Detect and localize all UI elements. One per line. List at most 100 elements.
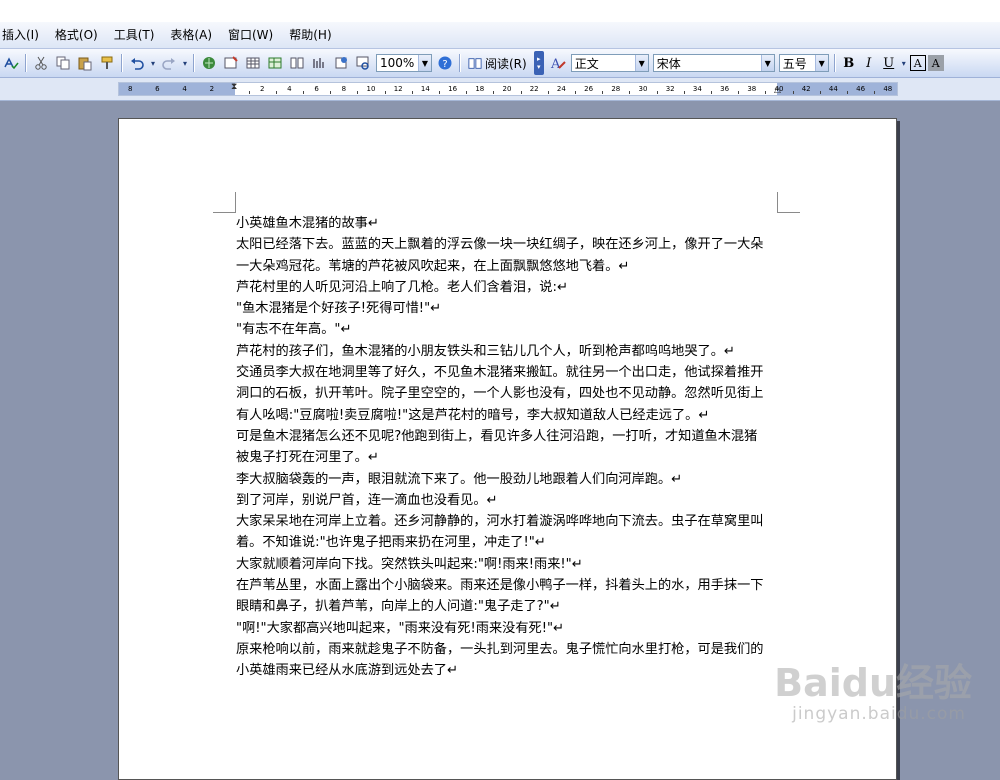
ruler-label: 22 (529, 85, 539, 93)
ruler-minor-tick (275, 91, 277, 94)
font-value: 宋体 (656, 56, 681, 71)
chevron-down-icon[interactable]: ▼ (418, 55, 431, 71)
ruler-bar: 8 6 4 2 2 4 6 8 10 12 14 16 18 20 22 24 26 28 30 32 34 36 38 40… (0, 78, 1000, 101)
ruler-label: 12 (393, 85, 403, 93)
ruler-label: 36 (720, 85, 730, 93)
document-line[interactable]: 芦花村的孩子们，鱼木混猪的小朋友铁头和三钻儿几个人，听到枪声都呜呜地哭了。↵ (236, 341, 776, 362)
font-size-combo[interactable]: 五号 ▼ (778, 54, 829, 72)
right-indent-marker-icon[interactable]: △ (774, 85, 781, 95)
document-line[interactable]: "有志不在年高。"↵ (236, 319, 776, 340)
ruler-label: 24 (556, 85, 566, 93)
ruler-label: 4 (287, 85, 292, 93)
menu-table[interactable]: 表格(A) (162, 24, 220, 46)
indent-marker-icon[interactable]: ⧗ (231, 82, 237, 92)
menu-tools[interactable]: 工具(T) (106, 24, 163, 46)
toolbar-separator (459, 54, 461, 72)
ruler-minor-tick (738, 91, 740, 94)
svg-text:?: ? (442, 59, 447, 70)
ruler-minor-tick (602, 91, 604, 94)
insert-table-icon[interactable] (243, 53, 263, 73)
document-line[interactable]: 洞口的石板，扒开苇叶。院子里空空的，一个人影也没有，四处也不见动静。忽然听见街上 (236, 383, 776, 404)
help-icon[interactable]: ? (435, 53, 455, 73)
ruler-minor-tick (411, 91, 413, 94)
document-line[interactable]: 可是鱼木混猪怎么还不见呢?他跑到街上，看见许多人往河沿跑，一打听，才知道鱼木混猪 (236, 426, 776, 447)
document-body[interactable]: 小英雄鱼木混猪的故事↵ 太阳已经落下去。蓝蓝的天上飘着的浮云像一块一块红绸子，映在… (236, 213, 776, 682)
menu-help[interactable]: 帮助(H) (281, 24, 339, 46)
document-line[interactable]: 小英雄鱼木混猪的故事↵ (236, 213, 776, 234)
columns-icon[interactable] (287, 53, 307, 73)
horizontal-ruler[interactable]: 8 6 4 2 2 4 6 8 10 12 14 16 18 20 22 24 26 28 30 32 34 36 38 40… (118, 82, 898, 96)
menu-window[interactable]: 窗口(W) (220, 24, 281, 46)
document-line[interactable]: 在芦苇丛里，水面上露出个小脑袋来。雨来还是像小鸭子一样，抖着头上的水，用手抹一下 (236, 575, 776, 596)
document-line[interactable]: "鱼木混猪是个好孩子!死得可惜!"↵ (236, 298, 776, 319)
drawing-icon[interactable] (309, 53, 329, 73)
zoom-combo[interactable]: 100% ▼ (376, 54, 432, 72)
redo-dropdown-icon[interactable]: ▾ (181, 53, 189, 73)
menu-insert[interactable]: 插入(I) (0, 24, 47, 46)
italic-button[interactable]: I (860, 54, 878, 72)
ruler-label: 6 (155, 85, 160, 93)
ruler-label: 20 (502, 85, 512, 93)
undo-dropdown-icon[interactable]: ▾ (149, 53, 157, 73)
ruler-label: 4 (182, 85, 187, 93)
cut-icon[interactable] (31, 53, 51, 73)
document-line[interactable]: 芦花村里的人听见河沿上响了几枪。老人们含着泪，说:↵ (236, 277, 776, 298)
spelling-icon[interactable] (1, 53, 21, 73)
underline-button[interactable]: U (880, 54, 898, 72)
show-hide-icon[interactable] (353, 53, 373, 73)
paste-icon[interactable] (75, 53, 95, 73)
crop-mark-top-right (777, 192, 800, 213)
document-line[interactable]: 有人吆喝:"豆腐啦!卖豆腐啦!"这是芦花村的暗号，李大叔知道敌人已经走远了。↵ (236, 405, 776, 426)
chevron-down-icon[interactable]: ▼ (814, 55, 828, 71)
style-combo[interactable]: 正文 ▼ (570, 54, 649, 72)
tables-borders-icon[interactable] (221, 53, 241, 73)
underline-dropdown-icon[interactable]: ▾ (900, 53, 908, 73)
ruler-label: 8 (341, 85, 347, 93)
ruler-label: 8 (127, 85, 133, 93)
document-line[interactable]: 眼睛和鼻子，扒着芦苇，向岸上的人问道:"鬼子走了?"↵ (236, 596, 776, 617)
toolbar-options-icon[interactable]: ▸ ▾ (533, 51, 544, 75)
ruler-minor-tick (439, 91, 440, 94)
document-workspace[interactable]: 小英雄鱼木混猪的故事↵ 太阳已经落下去。蓝蓝的天上飘着的浮云像一块一块红绸子，映在… (0, 101, 1000, 780)
document-line[interactable]: 被鬼子打死在河里了。↵ (236, 447, 776, 468)
chevron-down-icon[interactable]: ▼ (634, 55, 648, 71)
document-map-icon[interactable] (331, 53, 351, 73)
toolbar-separator (121, 54, 123, 72)
document-line[interactable]: 大家就顺着河岸向下找。突然铁头叫起来:"啊!雨来!雨来!"↵ (236, 554, 776, 575)
zoom-value: 100% (380, 56, 415, 70)
book-icon (468, 58, 482, 69)
ruler-minor-tick (847, 91, 848, 94)
menu-format[interactable]: 格式(O) (47, 24, 106, 46)
bold-button[interactable]: B (840, 54, 858, 72)
character-border-button[interactable]: A (909, 55, 926, 71)
ruler-minor-tick (248, 91, 250, 94)
document-line[interactable]: 小英雄雨来已经从水底游到远处去了↵ (236, 660, 776, 681)
hyperlink-icon[interactable] (199, 53, 219, 73)
document-line[interactable]: 大家呆呆地在河岸上立着。还乡河静静的，河水打着漩涡哗哗地向下流去。虫子在草窝里叫 (236, 511, 776, 532)
document-line[interactable]: 到了河岸，别说尸首，连一滴血也没看见。↵ (236, 490, 776, 511)
ruler-label: 26 (584, 85, 594, 93)
document-line[interactable]: 太阳已经落下去。蓝蓝的天上飘着的浮云像一块一块红绸子，映在还乡河上，像开了一大朵 (236, 234, 776, 255)
document-line[interactable]: 交通员李大叔在地洞里等了好久，不见鱼木混猪来搬缸。就往另一个出口走，他试探着推开 (236, 362, 776, 383)
menu-bar: 插入(I) 格式(O) 工具(T) 表格(A) 窗口(W) 帮助(H) (0, 22, 1000, 49)
character-shading-button[interactable]: A (927, 55, 944, 71)
document-line[interactable]: 李大叔脑袋轰的一声，眼泪就流下来了。他一股劲儿地跟着人们向河岸跑。↵ (236, 469, 776, 490)
styles-formatting-icon[interactable]: A (548, 53, 568, 73)
format-painter-icon[interactable] (97, 53, 117, 73)
document-line[interactable]: 原来枪响以前，雨来就趁鬼子不防备，一头扎到河里去。鬼子慌忙向水里打枪，可是我们的 (236, 639, 776, 660)
ruler-label: 46 (856, 85, 866, 93)
insert-excel-icon[interactable] (265, 53, 285, 73)
toolbar-separator (25, 54, 27, 72)
font-combo[interactable]: 宋体 ▼ (652, 54, 775, 72)
document-line[interactable]: "啊!"大家都高兴地叫起来，"雨来没有死!雨来没有死!"↵ (236, 618, 776, 639)
document-line[interactable]: 着。不知谁说:"也许鬼子把雨来扔在河里，冲走了!"↵ (236, 532, 776, 553)
read-button[interactable]: 阅读(R) (464, 55, 531, 72)
document-page[interactable]: 小英雄鱼木混猪的故事↵ 太阳已经落下去。蓝蓝的天上飘着的浮云像一块一块红绸子，映在… (118, 118, 897, 780)
ruler-minor-tick (711, 91, 712, 94)
undo-icon[interactable] (127, 53, 147, 73)
redo-icon[interactable] (159, 53, 179, 73)
copy-icon[interactable] (53, 53, 73, 73)
document-line[interactable]: 一大朵鸡冠花。苇塘的芦花被风吹起来，在上面飘飘悠悠地飞着。↵ (236, 256, 776, 277)
ruler-label: 28 (611, 85, 621, 93)
chevron-down-icon[interactable]: ▼ (760, 55, 774, 71)
